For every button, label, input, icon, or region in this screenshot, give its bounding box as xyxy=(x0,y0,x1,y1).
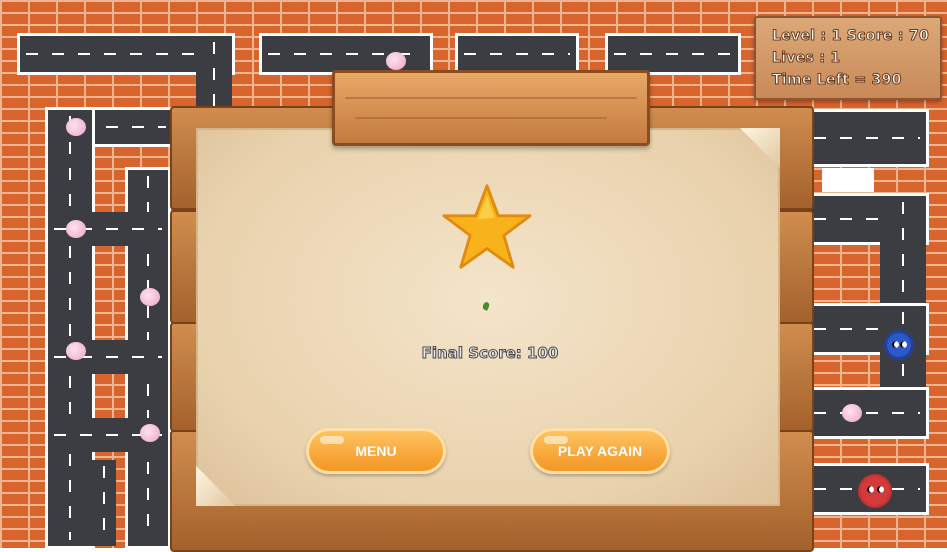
candy-pellet xyxy=(842,404,862,422)
road-segment xyxy=(880,196,926,306)
candy-pellet xyxy=(140,424,160,442)
game-over-dialog: Final Score: 100 MENU PLAY AGAIN xyxy=(170,70,814,552)
top-wood-sign xyxy=(332,70,650,146)
red-virus-enemy xyxy=(858,474,892,508)
road-segment xyxy=(259,33,433,75)
road-segment xyxy=(805,109,929,167)
candy-pellet xyxy=(66,118,86,136)
star-icon xyxy=(442,184,532,269)
candy-pellet xyxy=(140,288,160,306)
road-segment xyxy=(45,107,95,548)
road-segment xyxy=(805,387,929,439)
candy-pellet xyxy=(66,220,86,238)
level-score-text: Level : 1 Score : 70 xyxy=(771,28,930,45)
road-segment xyxy=(196,36,232,116)
road-segment xyxy=(48,340,168,374)
road-segment xyxy=(455,33,579,75)
menu-button-label: MENU xyxy=(355,443,397,459)
road-segment xyxy=(605,33,741,75)
blue-virus-enemy xyxy=(884,330,914,360)
menu-button[interactable]: MENU xyxy=(306,428,446,474)
final-score-text: Final Score: 100 xyxy=(421,344,559,363)
white-block xyxy=(822,168,874,192)
candy-pellet xyxy=(66,342,86,360)
time-left-text: Time Left = 390 xyxy=(772,72,902,89)
play-again-button-label: PLAY AGAIN xyxy=(557,443,643,459)
play-again-button[interactable]: PLAY AGAIN xyxy=(530,428,670,474)
candy-pellet xyxy=(386,52,406,70)
hud-panel: Level : 1 Score : 70 Lives : 1 Time Left… xyxy=(754,16,942,100)
road-segment xyxy=(92,460,116,546)
lives-text: Lives : 1 xyxy=(771,50,841,67)
